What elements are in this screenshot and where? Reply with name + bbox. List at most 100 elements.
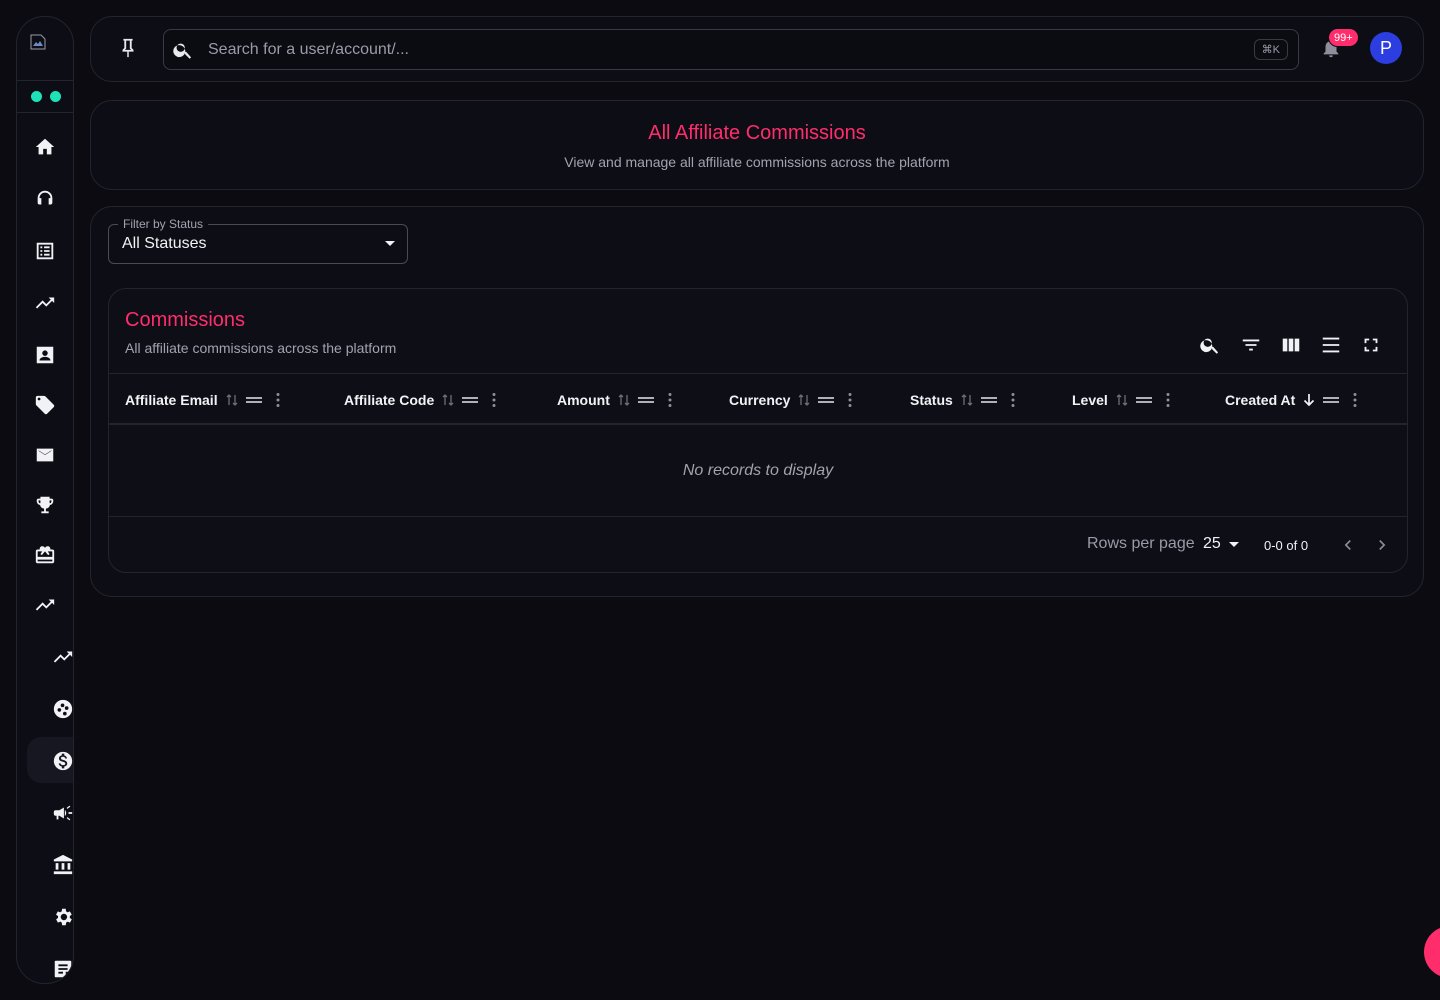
drag-handle-icon[interactable] xyxy=(1135,393,1153,407)
commissions-panel: Filter by Status All Statuses Commission… xyxy=(90,206,1424,597)
column-menu-icon[interactable] xyxy=(491,392,497,408)
sort-icon[interactable] xyxy=(617,392,631,408)
trending-up-icon xyxy=(35,599,55,611)
gear-icon xyxy=(56,908,72,926)
column-header[interactable]: Affiliate Email xyxy=(125,374,281,426)
drag-handle-icon[interactable] xyxy=(245,393,263,407)
drag-handle-icon[interactable] xyxy=(1322,393,1340,407)
gift-card-icon xyxy=(35,546,55,564)
column-header[interactable]: Currency xyxy=(729,374,853,426)
sidebar-item-trending-2[interactable] xyxy=(33,593,57,617)
commissions-table: Commissions All affiliate commissions ac… xyxy=(108,288,1408,573)
sidebar-item-affiliate-commissions[interactable] xyxy=(51,749,73,773)
drag-handle-icon[interactable] xyxy=(817,393,835,407)
topbar: ⌘K 99+ P xyxy=(90,16,1424,82)
drag-handle-icon[interactable] xyxy=(461,393,479,407)
previous-page-button[interactable] xyxy=(1338,535,1358,555)
sidebar-item-campaigns[interactable] xyxy=(51,801,73,825)
note-icon xyxy=(54,960,72,978)
table-search-button[interactable] xyxy=(1199,334,1221,356)
column-header-label: Created At xyxy=(1225,392,1296,408)
network-circle-icon xyxy=(53,699,73,719)
sidebar-item-tags[interactable] xyxy=(33,393,57,417)
drag-handle-icon[interactable] xyxy=(637,393,655,407)
table-title: Commissions xyxy=(125,309,246,331)
search-icon xyxy=(172,39,194,61)
sidebar-item-contacts[interactable] xyxy=(33,343,57,367)
column-header[interactable]: Amount xyxy=(557,374,673,426)
sort-icon[interactable] xyxy=(960,392,974,408)
shortcut-hint: ⌘K xyxy=(1253,39,1288,60)
column-header-label: Level xyxy=(1072,392,1108,408)
sort-icon[interactable] xyxy=(441,392,455,408)
table-columns-button[interactable] xyxy=(1280,334,1302,356)
chevron-right-icon xyxy=(1379,540,1386,550)
chevron-left-icon xyxy=(1344,540,1351,550)
table-density-button[interactable] xyxy=(1320,334,1342,356)
filter-icon xyxy=(1242,339,1260,351)
pin-button[interactable] xyxy=(117,37,141,61)
fullscreen-icon xyxy=(1364,338,1378,352)
table-filter-button[interactable] xyxy=(1240,334,1262,356)
sidebar-item-trending[interactable] xyxy=(33,291,57,315)
headset-icon xyxy=(37,190,53,205)
trending-up-icon xyxy=(53,651,73,663)
column-menu-icon[interactable] xyxy=(1010,392,1016,408)
columns-icon xyxy=(1282,338,1300,352)
column-menu-icon[interactable] xyxy=(1352,392,1358,408)
next-page-button[interactable] xyxy=(1372,535,1392,555)
search-input[interactable] xyxy=(208,30,1228,69)
column-header[interactable]: Level xyxy=(1072,374,1171,426)
column-header[interactable]: Created At xyxy=(1225,374,1358,426)
sidebar-item-mail[interactable] xyxy=(33,443,57,467)
column-header-label: Affiliate Email xyxy=(125,392,218,408)
list-icon xyxy=(36,242,54,260)
drag-handle-icon[interactable] xyxy=(980,393,998,407)
rows-per-page-select[interactable]: 25 xyxy=(1203,535,1239,553)
tag-icon xyxy=(35,395,55,415)
table-subtitle: All affiliate commissions across the pla… xyxy=(125,340,397,356)
avatar[interactable]: P xyxy=(1370,32,1402,64)
sort-icon[interactable] xyxy=(1115,392,1129,408)
sidebar xyxy=(16,16,74,984)
sort-icon[interactable] xyxy=(797,392,811,408)
sidebar-item-settings[interactable] xyxy=(51,905,73,929)
pin-icon xyxy=(122,38,134,58)
column-header[interactable]: Status xyxy=(910,374,1016,426)
sidebar-item-home[interactable] xyxy=(33,135,57,159)
sort-desc-icon[interactable] xyxy=(1302,392,1316,408)
pagination-range: 0-0 of 0 xyxy=(1264,538,1309,553)
column-header-label: Affiliate Code xyxy=(344,392,435,408)
floating-action-button[interactable] xyxy=(1424,926,1440,978)
sort-icon[interactable] xyxy=(225,392,239,408)
table-fullscreen-button[interactable] xyxy=(1360,334,1382,356)
bank-icon xyxy=(53,854,73,875)
sidebar-item-trophy[interactable] xyxy=(33,493,57,517)
status-filter-select[interactable]: Filter by Status All Statuses xyxy=(108,217,408,264)
column-header[interactable]: Affiliate Code xyxy=(344,374,497,426)
dollar-circle-icon xyxy=(53,751,73,771)
page-title: All Affiliate Commissions xyxy=(648,122,866,144)
sidebar-divider xyxy=(17,80,73,81)
trending-up-icon xyxy=(35,297,55,309)
sidebar-item-affiliate-network[interactable] xyxy=(51,697,73,721)
sidebar-item-gifts[interactable] xyxy=(33,543,57,567)
sidebar-item-bank[interactable] xyxy=(51,853,73,877)
page-header: All Affiliate Commissions View and manag… xyxy=(90,100,1424,190)
sidebar-item-notes[interactable] xyxy=(51,957,73,981)
column-menu-icon[interactable] xyxy=(1165,392,1171,408)
column-menu-icon[interactable] xyxy=(847,392,853,408)
rows-per-page-value: 25 xyxy=(1203,535,1221,552)
mail-icon xyxy=(36,448,54,462)
sidebar-item-affiliate-trending[interactable] xyxy=(51,645,73,669)
density-icon xyxy=(1322,337,1340,353)
home-icon xyxy=(35,138,55,155)
column-menu-icon[interactable] xyxy=(667,392,673,408)
search-bar[interactable]: ⌘K xyxy=(163,29,1299,70)
column-menu-icon[interactable] xyxy=(275,392,281,408)
caret-down-icon xyxy=(1228,541,1239,547)
sidebar-item-support[interactable] xyxy=(33,187,57,211)
broken-image-icon[interactable] xyxy=(29,33,47,51)
sidebar-item-list[interactable] xyxy=(33,239,57,263)
table-header-row: Affiliate Email Affiliate Code Amount Curre… xyxy=(109,373,1407,425)
